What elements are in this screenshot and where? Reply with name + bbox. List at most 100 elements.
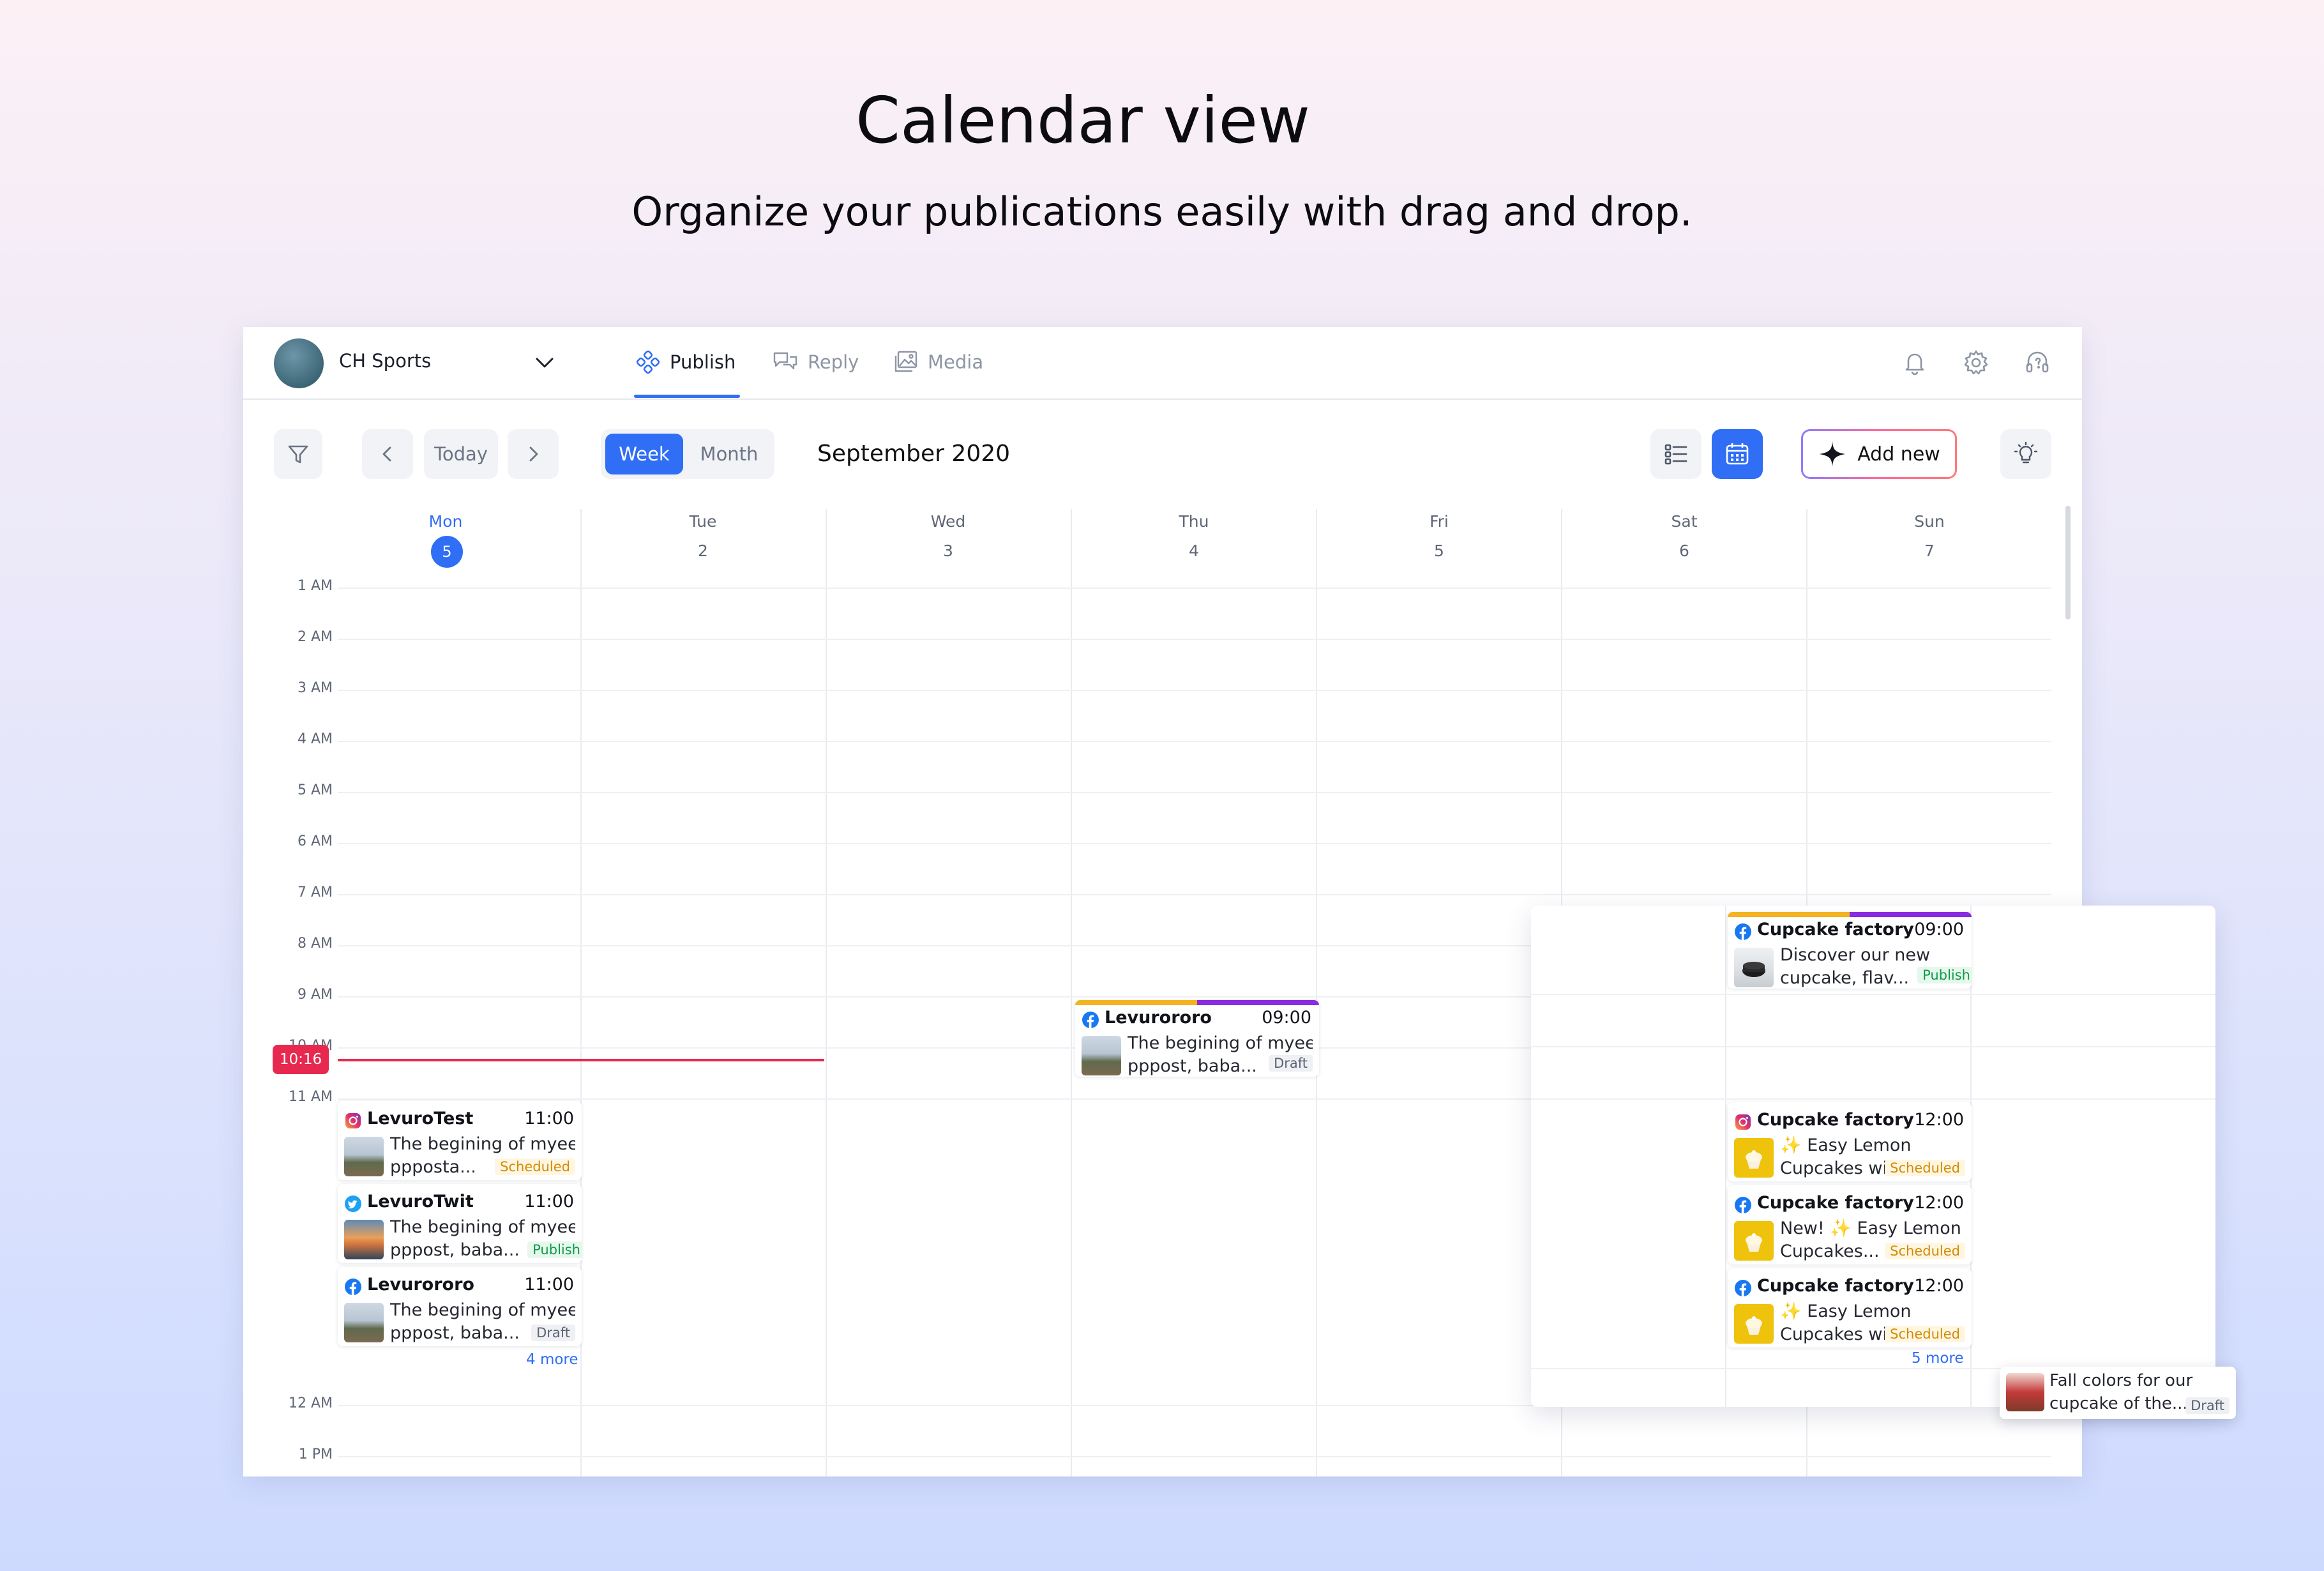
hour-label: 2 AM — [297, 629, 333, 645]
status-badge: Draft — [1269, 1055, 1313, 1072]
post-card[interactable]: Cupcake factory 12:00 ✨ Easy Lemon Cupcak… — [1728, 1268, 1972, 1347]
lightbulb-icon — [2014, 441, 2038, 464]
hour-gridline — [338, 741, 2051, 742]
theme-toggle-button[interactable] — [2000, 429, 2051, 479]
hour-gridline — [1531, 1098, 2215, 1100]
sparkle-plus-icon — [1820, 441, 1846, 467]
cupcake-pot-image — [1742, 962, 1765, 977]
calendar-view-button[interactable] — [1712, 429, 1763, 479]
add-new-label: Add new — [1857, 443, 1940, 466]
hour-label: 9 AM — [297, 987, 333, 1003]
dragged-calendar-panel: Cupcake factory 09:00 Discover our new cu… — [1531, 906, 2215, 1407]
post-thumbnail — [2006, 1373, 2044, 1411]
post-time: 11:00 — [524, 1275, 574, 1294]
list-view-button[interactable] — [1650, 429, 1701, 479]
day-number-tue[interactable]: 2 — [639, 542, 767, 560]
list-icon — [1664, 444, 1687, 465]
post-account-name: Cupcake factory — [1757, 1276, 1914, 1296]
post-thumbnail — [344, 1137, 384, 1176]
post-preview-line: The begining of myee — [1128, 1033, 1313, 1053]
add-new-button[interactable]: Add new — [1801, 429, 1957, 479]
post-card[interactable]: LevuroTest 11:00 The begining of myee ppp… — [338, 1101, 582, 1180]
reply-icon — [773, 352, 797, 370]
post-card[interactable]: Cupcake factory 12:00 ✨ Easy Lemon Cupcak… — [1728, 1102, 1972, 1181]
facebook-icon — [1735, 1280, 1751, 1296]
status-badge: Scheduled — [495, 1158, 575, 1175]
post-thumbnail — [1082, 1036, 1121, 1075]
post-preview-line: New! ✨ Easy Lemon — [1780, 1218, 1961, 1238]
more-posts-link[interactable]: 5 more — [1912, 1350, 1964, 1367]
current-time-badge: 10:16 — [273, 1045, 329, 1074]
day-header-mon: Mon — [428, 512, 463, 531]
post-preview-line: Fall colors for our — [2049, 1371, 2193, 1390]
filter-button[interactable] — [274, 429, 322, 479]
post-card[interactable]: Cupcake factory 12:00 New! ✨ Easy Lemon C… — [1728, 1185, 1972, 1264]
bell-icon[interactable] — [1899, 347, 1930, 378]
publish-icon — [636, 350, 660, 374]
cupcake-image — [1746, 1316, 1762, 1335]
tab-media[interactable]: Media — [892, 346, 983, 378]
status-badge: Scheduled — [1885, 1160, 1965, 1176]
account-name[interactable]: CH Sports — [339, 350, 431, 372]
status-badge: Scheduled — [1885, 1326, 1965, 1342]
account-avatar[interactable] — [274, 338, 324, 388]
next-week-button[interactable] — [508, 429, 559, 479]
day-divider — [1316, 509, 1317, 1476]
post-preview-line: The begining of myee — [390, 1134, 575, 1154]
facebook-icon — [345, 1279, 361, 1295]
media-icon — [894, 351, 917, 372]
day-header-wed: Wed — [930, 512, 966, 531]
post-thumbnail — [1734, 1138, 1774, 1178]
day-header-fri: Fri — [1430, 512, 1449, 531]
week-view-button[interactable]: Week — [605, 434, 683, 474]
month-view-button[interactable]: Month — [690, 434, 768, 474]
status-badge: Draft — [531, 1324, 575, 1341]
day-header-sat: Sat — [1671, 512, 1698, 531]
day-number-sun[interactable]: 7 — [1866, 542, 1993, 560]
today-date-pill[interactable]: 5 — [431, 536, 463, 568]
today-button[interactable]: Today — [424, 429, 498, 479]
day-number-fri[interactable]: 5 — [1375, 542, 1503, 560]
post-time: 12:00 — [1914, 1110, 1964, 1130]
hour-label: 4 AM — [297, 731, 333, 747]
post-thumbnail — [344, 1303, 384, 1342]
post-card[interactable]: Cupcake factory 09:00 Discover our new cu… — [1728, 912, 1972, 989]
day-header-tue: Tue — [689, 512, 717, 531]
post-card[interactable]: LevuroTwit 11:00 The begining of myee ppp… — [338, 1184, 582, 1263]
hero-title: Calendar view — [856, 83, 1310, 158]
hour-label: 1 AM — [297, 578, 333, 594]
status-badge: Scheduled — [1885, 1243, 1965, 1259]
day-number-thu[interactable]: 4 — [1130, 542, 1258, 560]
post-tag-stripe — [1075, 1000, 1319, 1005]
post-thumbnail — [344, 1220, 384, 1259]
tab-reply-label: Reply — [808, 351, 859, 373]
day-divider — [1071, 509, 1072, 1476]
post-account-name: Cupcake factory — [1757, 1110, 1914, 1130]
day-divider — [826, 509, 827, 1476]
dragged-post-card[interactable]: Fall colors for our cupcake of the... Dra… — [2000, 1367, 2236, 1419]
current-time-line — [338, 1059, 824, 1061]
help-headset-icon[interactable] — [2022, 347, 2053, 378]
status-badge: Publish — [527, 1241, 582, 1258]
day-number-wed[interactable]: 3 — [884, 542, 1012, 560]
hour-gridline — [338, 639, 2051, 640]
tab-publish[interactable]: Publish — [635, 346, 736, 378]
prev-week-button[interactable] — [362, 429, 413, 479]
instagram-icon — [345, 1113, 361, 1128]
chevron-down-icon[interactable] — [532, 350, 557, 376]
post-card[interactable]: Levurororo 11:00 The begining of myee ppp… — [338, 1267, 582, 1346]
top-bar: CH Sports Publish Reply Media — [243, 327, 2082, 400]
current-period: September 2020 — [817, 441, 1011, 467]
post-time: 12:00 — [1914, 1193, 1964, 1213]
post-card[interactable]: Levurororo 09:00 The begining of myee ppp… — [1075, 1000, 1319, 1077]
facebook-icon — [1735, 1197, 1751, 1213]
more-posts-link[interactable]: 4 more — [526, 1351, 578, 1368]
tab-reply[interactable]: Reply — [772, 346, 859, 378]
hour-gridline — [1531, 994, 2215, 995]
calendar-scrollbar[interactable] — [2065, 506, 2071, 619]
active-tab-indicator — [634, 395, 740, 398]
day-header-thu: Thu — [1179, 512, 1209, 531]
gear-icon[interactable] — [1961, 347, 1991, 378]
post-time: 11:00 — [524, 1192, 574, 1211]
day-number-sat[interactable]: 6 — [1620, 542, 1748, 560]
